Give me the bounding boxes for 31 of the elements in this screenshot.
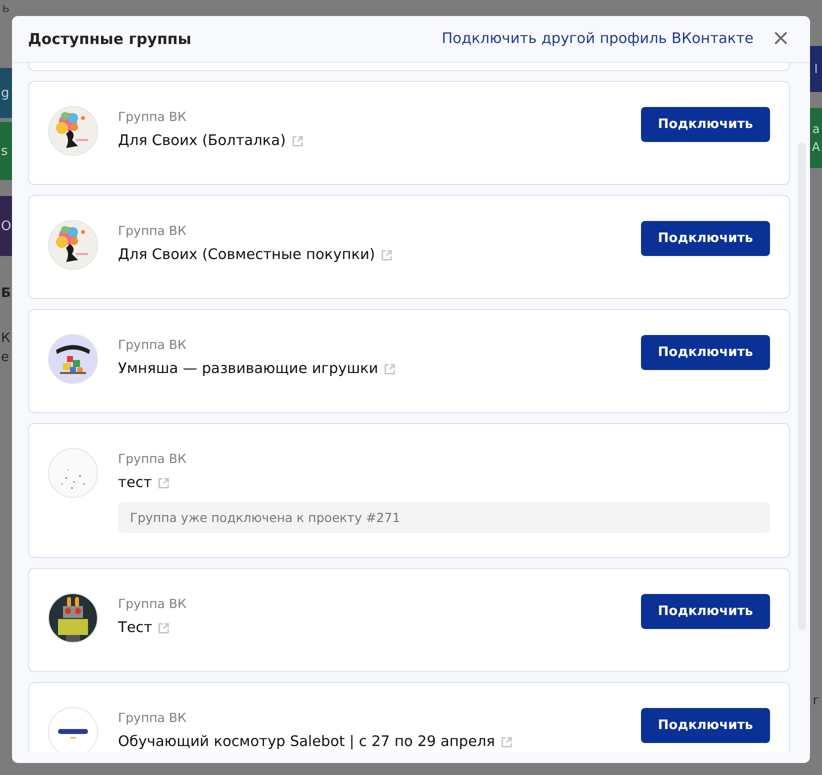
dialog-title: Доступные группы (28, 30, 192, 48)
close-button[interactable]: × (768, 28, 794, 50)
status-notice: Группа уже подключена к проекту #271 (118, 502, 770, 533)
page-text: ь (1, 2, 11, 16)
page-heading: Б (0, 286, 12, 301)
group-type: Группа ВК (118, 710, 188, 725)
group-type: Группа ВК (118, 337, 188, 352)
connect-button[interactable]: Подключить (640, 594, 770, 629)
group-type: Группа ВК (118, 223, 188, 238)
group-type: Группа ВК (118, 451, 188, 466)
page-tile: а А (810, 108, 822, 168)
group-name: Обучающий космотур Salebot | с 27 по 29 апреля (118, 734, 496, 750)
page-text: г (812, 693, 820, 707)
group-name: Умняша — развивающие игрушки (118, 361, 378, 377)
group-name: тест (118, 475, 152, 491)
page-text: е (0, 350, 10, 365)
group-name: Для Своих (Совместные покупки) (118, 247, 376, 263)
page-text: К (0, 331, 12, 346)
connect-button[interactable]: Подключить (640, 708, 770, 743)
connect-button[interactable]: Подключить (640, 107, 770, 142)
group-type: Группа ВК (118, 109, 188, 124)
group-name: Тест (118, 620, 152, 636)
connect-button[interactable]: Подключить (640, 221, 770, 256)
group-name: Для Своих (Болталка) (118, 133, 286, 149)
connect-button[interactable]: Подключить (640, 335, 770, 370)
page-tile: g (0, 68, 12, 118)
page-tile: l (810, 46, 822, 92)
group-type: Группа ВК (118, 596, 188, 611)
connect-profile-link[interactable]: Подключить другой профиль ВКонтакте (442, 31, 754, 47)
page-tile: О (0, 196, 12, 256)
page-tile: s (0, 122, 12, 180)
